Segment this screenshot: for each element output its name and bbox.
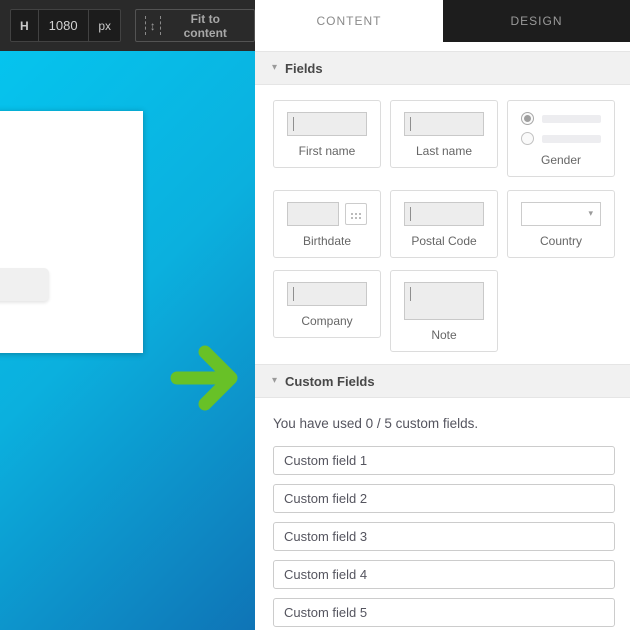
field-card-label: Country [521, 234, 601, 248]
text-input-preview-icon [404, 202, 484, 226]
radio-row [521, 132, 601, 145]
text-input-preview-icon [287, 112, 367, 136]
field-card-postal-code[interactable]: Postal Code [390, 190, 498, 258]
height-dimension-label: H [11, 10, 39, 41]
text-cursor [410, 207, 411, 221]
fit-to-content-label: Fit to content [169, 12, 242, 40]
canvas-toolbar: H 1080 px ↕ Fit to content [0, 0, 255, 51]
radio-selected-icon [521, 112, 534, 125]
option-bar [542, 135, 601, 143]
settings-panel: CONTENT DESIGN ▾ Fields First name Last … [255, 0, 630, 630]
calendar-dots [351, 213, 353, 215]
field-card-label: Postal Code [404, 234, 484, 248]
field-card-last-name[interactable]: Last name [390, 100, 498, 168]
radio-row [521, 112, 601, 125]
panel-tabs: CONTENT DESIGN [255, 0, 630, 42]
widget-preview-canvas[interactable] [0, 51, 255, 630]
radio-group-preview-icon [521, 112, 601, 145]
height-unit-label: px [89, 10, 120, 41]
custom-fields-list: Custom field 1 Custom field 2 Custom fie… [273, 446, 615, 627]
option-bar [542, 115, 601, 123]
text-cursor [410, 117, 411, 131]
custom-fields-usage-text: You have used 0 / 5 custom fields. [273, 416, 615, 431]
field-card-gender[interactable]: Gender [507, 100, 615, 177]
field-card-label: Last name [404, 144, 484, 158]
tab-design[interactable]: DESIGN [443, 0, 630, 42]
chevron-down-icon: ▾ [588, 209, 593, 218]
fields-section-title: Fields [285, 61, 323, 76]
field-card-label: Birthdate [287, 234, 367, 248]
form-builder-window: H 1080 px ↕ Fit to content CONTENT DESIG… [0, 0, 630, 630]
height-dimension-group: H 1080 px [10, 9, 121, 42]
preview-input-field[interactable] [0, 268, 49, 301]
field-card-label: Company [287, 314, 367, 328]
custom-fields-section-title: Custom Fields [285, 374, 375, 389]
calendar-icon [345, 203, 367, 225]
field-cards-grid: First name Last name [255, 85, 630, 355]
field-card-first-name[interactable]: First name [273, 100, 381, 168]
field-card-label: Gender [521, 153, 601, 167]
custom-field-4[interactable]: Custom field 4 [273, 560, 615, 589]
select-preview-icon: ▾ [521, 202, 601, 226]
field-card-birthdate[interactable]: Birthdate [273, 190, 381, 258]
tab-content[interactable]: CONTENT [255, 0, 443, 42]
fit-to-content-button[interactable]: ↕ Fit to content [135, 9, 255, 42]
custom-field-5[interactable]: Custom field 5 [273, 598, 615, 627]
field-card-note[interactable]: Note [390, 270, 498, 352]
radio-dot [524, 115, 531, 122]
text-input-preview-icon [287, 202, 339, 226]
height-input[interactable]: 1080 [39, 10, 90, 41]
custom-field-3[interactable]: Custom field 3 [273, 522, 615, 551]
text-cursor [293, 287, 294, 301]
text-cursor [293, 117, 294, 131]
text-input-preview-icon [404, 112, 484, 136]
collapse-triangle-icon: ▾ [272, 63, 277, 73]
vertical-resize-icon: ↕ [145, 16, 161, 35]
widget-form-preview[interactable] [0, 111, 143, 353]
textarea-preview-icon [404, 282, 484, 320]
fields-section-header[interactable]: ▾ Fields [255, 51, 630, 85]
text-input-preview-icon [287, 282, 367, 306]
field-card-label: Note [404, 328, 484, 342]
field-card-company[interactable]: Company [273, 270, 381, 338]
field-card-label: First name [287, 144, 367, 158]
custom-field-2[interactable]: Custom field 2 [273, 484, 615, 513]
custom-field-1[interactable]: Custom field 1 [273, 446, 615, 475]
date-input-preview-icon [287, 202, 367, 226]
custom-fields-section-header[interactable]: ▾ Custom Fields [255, 364, 630, 398]
text-cursor [410, 287, 411, 301]
collapse-triangle-icon: ▾ [272, 376, 277, 386]
radio-unselected-icon [521, 132, 534, 145]
field-card-country[interactable]: ▾ Country [507, 190, 615, 258]
green-arrow-icon [168, 345, 255, 411]
